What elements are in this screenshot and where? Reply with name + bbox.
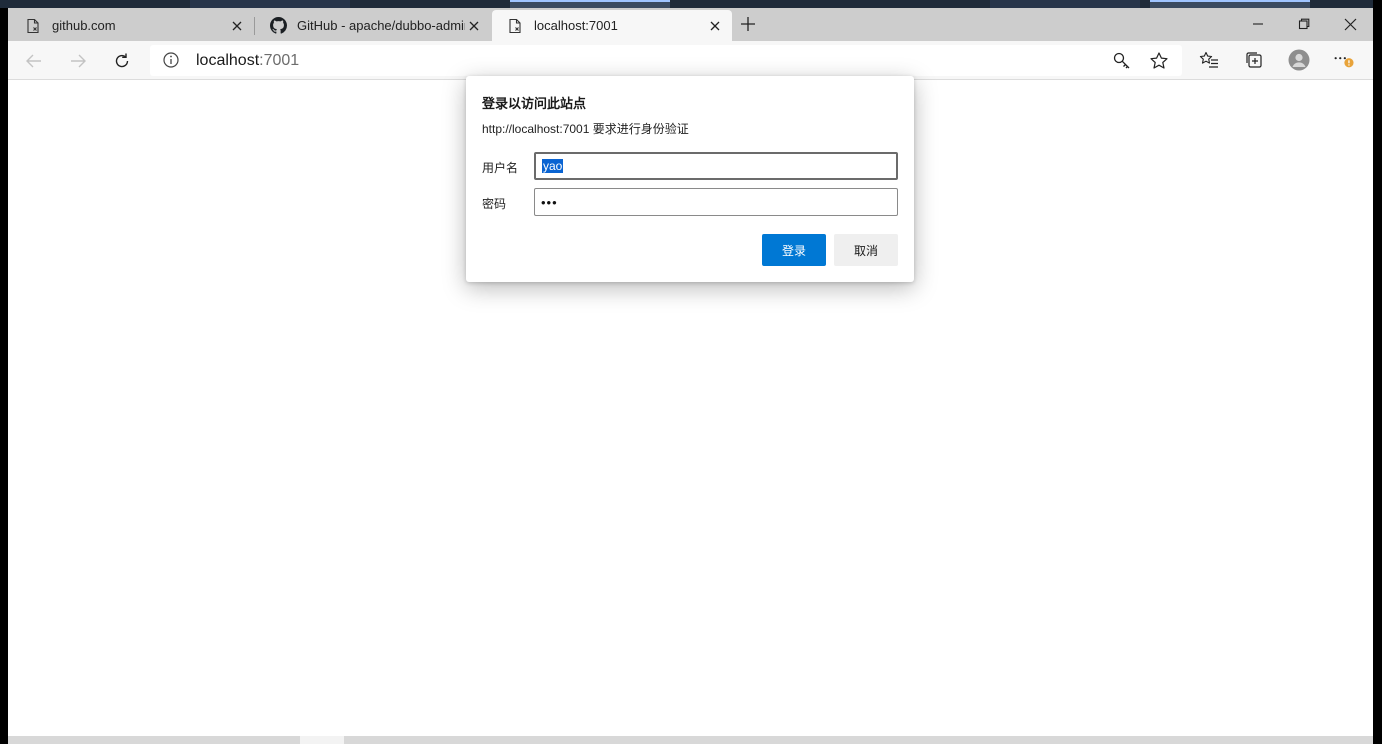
tab-localhost-7001[interactable]: localhost:7001 (492, 10, 732, 41)
tab-github-com[interactable]: github.com (10, 10, 254, 41)
back-button[interactable] (18, 45, 50, 77)
password-value: ••• (541, 194, 558, 210)
browser-toolbar: localhost:7001 (8, 41, 1373, 80)
tab-close-icon[interactable] (465, 17, 483, 35)
password-label: 密码 (482, 197, 507, 211)
auth-dialog: 登录以访问此站点 http://localhost:7001 要求进行身份验证 … (466, 76, 914, 282)
arrow-left-icon (26, 54, 41, 68)
profile-icon (1288, 49, 1310, 71)
profile-button[interactable] (1288, 49, 1310, 71)
tab-title: localhost:7001 (534, 18, 618, 33)
page-error-icon (506, 17, 524, 35)
tab-close-icon[interactable] (228, 17, 246, 35)
more-icon (1334, 57, 1354, 68)
minimize-icon (1253, 23, 1263, 25)
more-button[interactable] (1332, 49, 1354, 71)
url-port: :7001 (259, 52, 300, 69)
restore-icon (1298, 18, 1310, 30)
favorites-icon (1199, 51, 1218, 68)
background-taskbar-strip (0, 0, 1382, 8)
key-icon[interactable] (1112, 51, 1132, 71)
username-field[interactable]: yao (534, 152, 898, 180)
close-window-button[interactable] (1327, 8, 1373, 40)
cancel-button[interactable]: 取消 (834, 234, 898, 266)
github-icon (269, 17, 287, 35)
page-error-icon (24, 17, 42, 35)
refresh-icon (115, 53, 129, 68)
restore-button[interactable] (1281, 8, 1327, 40)
window-left-edge (0, 8, 8, 744)
scrollbar-thumb[interactable] (300, 736, 344, 744)
refresh-button[interactable] (106, 45, 138, 77)
favorites-button[interactable] (1198, 49, 1220, 71)
forward-button[interactable] (62, 45, 94, 77)
login-button[interactable]: 登录 (762, 234, 826, 266)
url-text: localhost:7001 (196, 52, 299, 70)
tab-title: github.com (52, 18, 116, 33)
new-tab-button[interactable] (738, 14, 758, 34)
horizontal-scrollbar[interactable] (8, 736, 1373, 744)
window-right-edge (1373, 0, 1382, 744)
info-icon[interactable] (162, 51, 180, 69)
dialog-title: 登录以访问此站点 (482, 96, 587, 111)
minimize-button[interactable] (1235, 8, 1281, 40)
close-icon (1344, 18, 1356, 30)
collections-icon (1246, 52, 1262, 68)
username-value: yao (542, 159, 564, 173)
password-field[interactable]: ••• (534, 188, 898, 216)
url-host: localhost (196, 52, 260, 69)
tab-github-dubbo-admin[interactable]: GitHub - apache/dubbo-admin: (255, 10, 491, 41)
tab-strip: github.com GitHub - apache/dubbo-admin: … (8, 8, 1373, 41)
tab-close-icon[interactable] (706, 17, 724, 35)
plus-icon (741, 17, 755, 31)
dialog-description: http://localhost:7001 要求进行身份验证 (482, 122, 689, 136)
arrow-right-icon (71, 54, 86, 68)
tab-title: GitHub - apache/dubbo-admin: (297, 18, 465, 33)
username-label: 用户名 (482, 161, 519, 175)
collections-button[interactable] (1243, 49, 1265, 71)
address-bar[interactable]: localhost:7001 (150, 45, 1182, 76)
star-icon[interactable] (1149, 51, 1169, 71)
